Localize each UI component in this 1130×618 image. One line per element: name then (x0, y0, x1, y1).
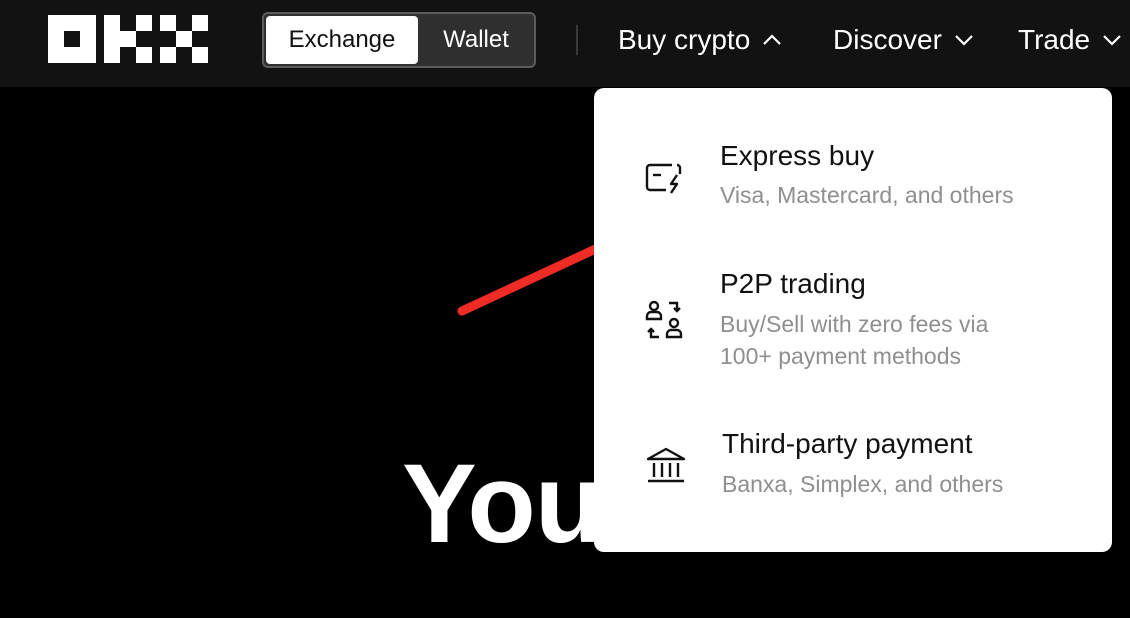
menu-item-description: Banxa, Simplex, and others (722, 471, 1004, 497)
page: Exchange Wallet Buy crypto Discover Trad… (0, 0, 1130, 618)
menu-item-p2p-trading[interactable]: P2P trading Buy/Sell with zero fees via … (594, 258, 1112, 398)
hero-subtitle-cropped (430, 600, 730, 618)
menu-item-description-line2: 100+ payment methods (720, 343, 962, 369)
nav-buy-crypto[interactable]: Buy crypto (618, 20, 782, 60)
menu-item-third-party-payment[interactable]: Third-party payment Banxa, Simplex, and … (594, 418, 1112, 528)
wallet-tab-label: Wallet (443, 26, 509, 53)
menu-item-title: Express buy (720, 140, 875, 171)
menu-item-title: Third-party payment (722, 428, 973, 459)
okx-logo[interactable] (48, 15, 208, 63)
nav-divider (576, 25, 578, 55)
top-navigation-bar: Exchange Wallet Buy crypto Discover Trad… (0, 0, 1130, 87)
exchange-tab[interactable]: Exchange (266, 16, 418, 64)
wallet-tab[interactable]: Wallet (420, 16, 532, 64)
chevron-down-icon (954, 34, 974, 46)
nav-trade-label: Trade (1018, 24, 1091, 55)
chevron-up-icon (762, 34, 782, 46)
card-bolt-icon (642, 156, 686, 200)
bank-icon (644, 444, 688, 488)
nav-discover-label: Discover (833, 24, 942, 55)
p2p-exchange-icon (642, 298, 686, 342)
menu-item-description-line1: Buy/Sell with zero fees via (720, 311, 989, 337)
buy-crypto-dropdown: Express buy Visa, Mastercard, and others… (594, 88, 1112, 552)
exchange-tab-label: Exchange (288, 26, 396, 53)
exchange-wallet-toggle: Exchange Wallet (262, 12, 536, 68)
nav-buy-crypto-label: Buy crypto (618, 24, 751, 55)
menu-item-title: P2P trading (720, 268, 866, 299)
menu-item-express-buy[interactable]: Express buy Visa, Mastercard, and others (594, 128, 1112, 248)
menu-item-description: Visa, Mastercard, and others (720, 182, 1014, 208)
hero-title: You (402, 441, 603, 566)
nav-discover[interactable]: Discover (833, 20, 974, 60)
nav-trade[interactable]: Trade (1018, 20, 1122, 60)
chevron-down-icon (1102, 34, 1122, 46)
